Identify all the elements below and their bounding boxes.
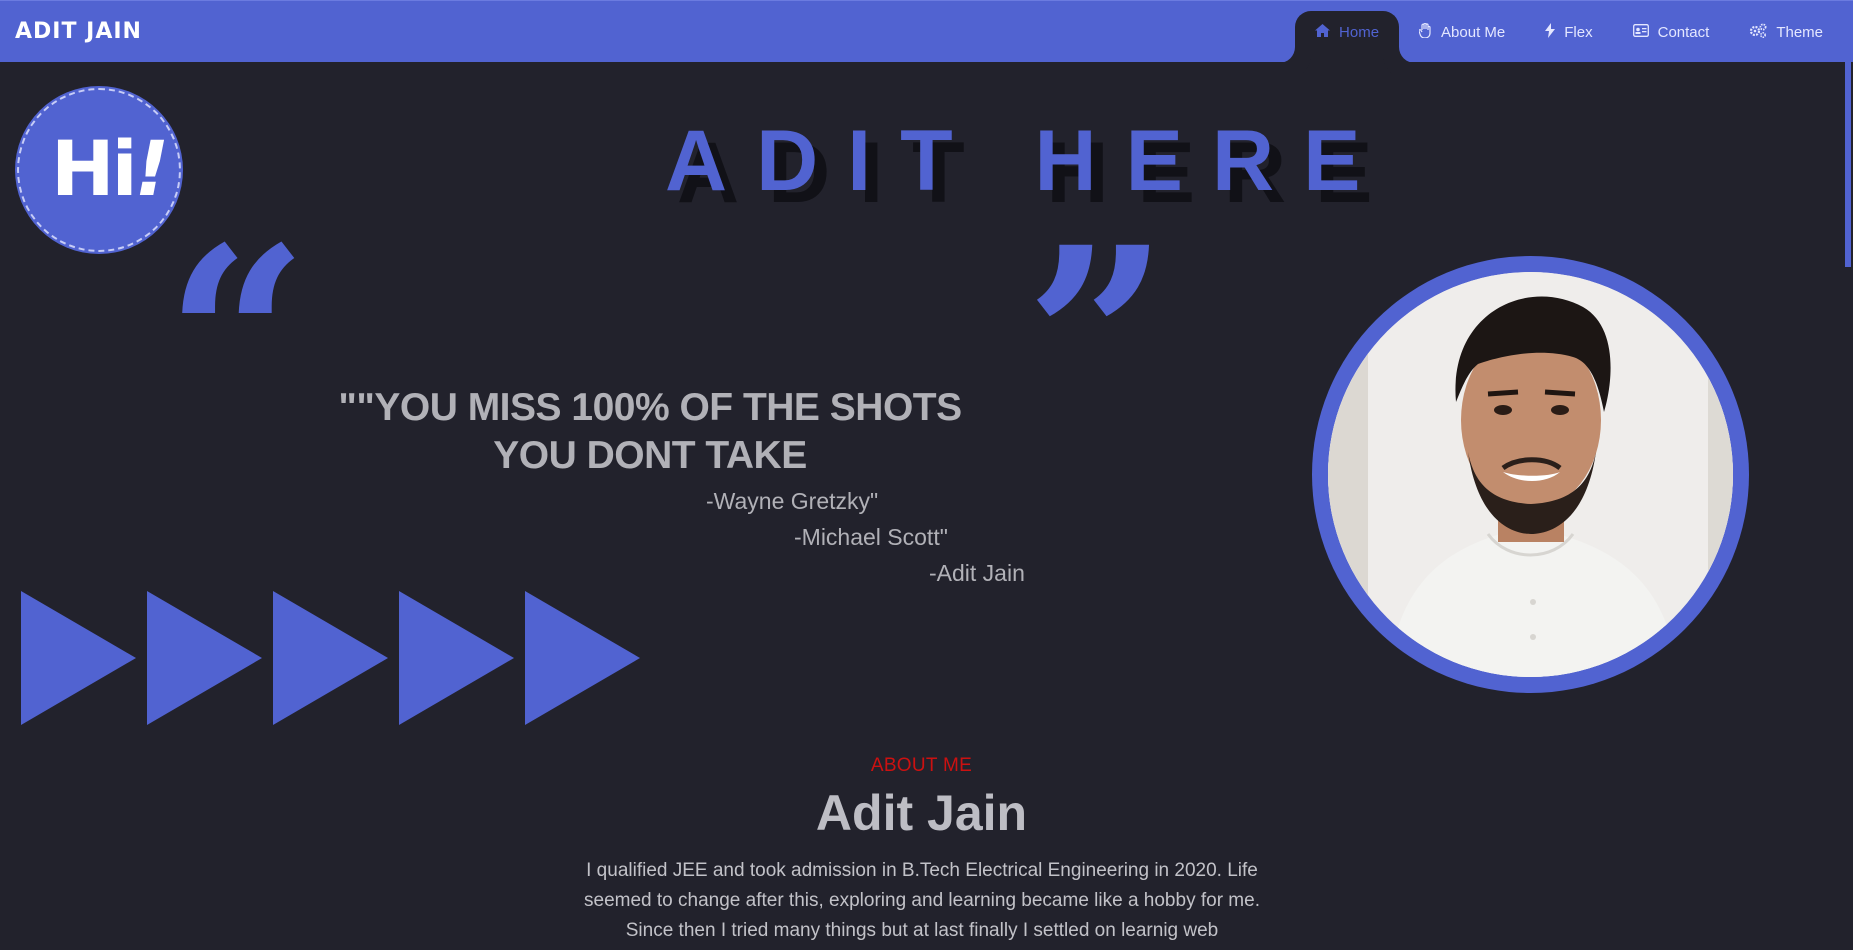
nav-label-home: Home xyxy=(1339,23,1380,41)
quote-attribution-1: -Wayne Gretzky" xyxy=(706,488,879,514)
profile-photo-frame xyxy=(1312,256,1749,693)
profile-photo xyxy=(1328,272,1733,677)
nav-item-home[interactable]: Home xyxy=(1295,11,1400,63)
home-icon xyxy=(1315,24,1331,40)
quote-attribution-3: -Adit Jain xyxy=(929,560,1025,586)
hi-badge-word: Hi xyxy=(51,124,138,213)
gears-icon xyxy=(1749,23,1767,41)
nav-menu: Home About Me Flex Contact Theme xyxy=(1295,11,1843,63)
brand-logo[interactable]: ADIT JAIN xyxy=(15,19,142,44)
hi-badge-text: Hi! xyxy=(51,124,170,213)
decorative-arrows xyxy=(21,591,651,725)
top-navbar: ADIT JAIN Home About Me Flex Contact The… xyxy=(0,0,1853,63)
hi-badge: Hi! xyxy=(17,88,181,252)
play-arrow-icon xyxy=(21,591,136,725)
open-quote-icon: “ xyxy=(165,192,309,486)
close-quote-icon: ” xyxy=(1025,192,1169,486)
bolt-icon xyxy=(1545,23,1556,41)
hi-badge-exclamation: ! xyxy=(134,124,170,213)
nav-label-theme: Theme xyxy=(1776,23,1823,41)
about-section-label: ABOUT ME xyxy=(870,755,973,776)
hand-icon xyxy=(1418,22,1432,41)
contact-card-icon xyxy=(1632,24,1649,40)
nav-label-contact: Contact xyxy=(1657,23,1710,41)
scrollbar-thumb[interactable] xyxy=(1845,62,1851,267)
nav-item-theme[interactable]: Theme xyxy=(1729,11,1843,53)
about-description: I qualified JEE and took admission in B.… xyxy=(584,860,1260,941)
nav-item-flex[interactable]: Flex xyxy=(1525,11,1612,53)
nav-label-about-me: About Me xyxy=(1441,23,1506,41)
nav-item-contact[interactable]: Contact xyxy=(1613,11,1730,53)
play-arrow-icon xyxy=(273,591,388,725)
play-arrow-icon xyxy=(147,591,262,725)
quote-text: ""YOU MISS 100% OF THE SHOTS YOU DONT TA… xyxy=(338,386,962,477)
nav-label-flex: Flex xyxy=(1564,23,1593,41)
about-name-heading: Adit Jain xyxy=(815,785,1028,841)
play-arrow-icon xyxy=(525,591,640,725)
scrollbar[interactable] xyxy=(1843,62,1853,950)
play-arrow-icon xyxy=(399,591,514,725)
quote-attribution-2: -Michael Scott" xyxy=(794,524,948,550)
